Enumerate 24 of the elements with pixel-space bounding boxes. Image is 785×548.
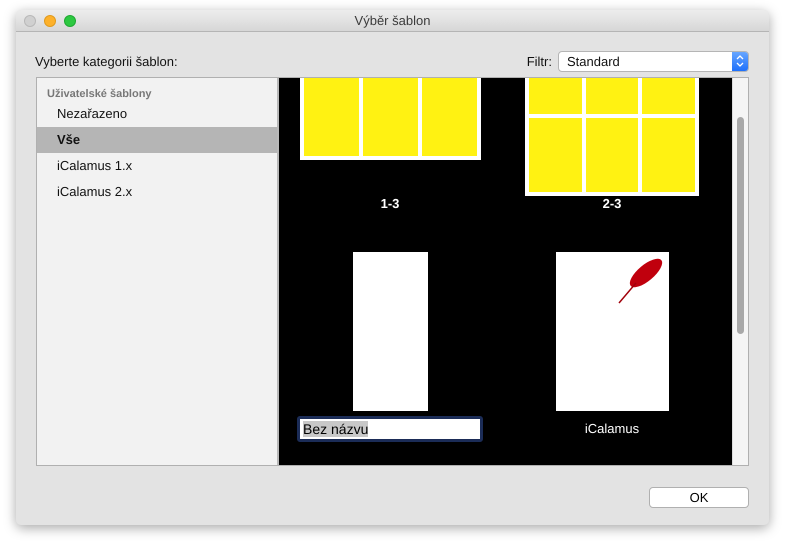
category-item[interactable]: iCalamus 1.x [37, 153, 277, 179]
filter-dropdown[interactable]: Standard [558, 50, 749, 72]
template-thumbnail[interactable] [525, 78, 699, 196]
window-title: Výběr šablon [354, 13, 430, 28]
template-name: iCalamus [584, 421, 640, 437]
close-button[interactable] [24, 14, 36, 26]
template-thumbnail[interactable] [300, 78, 480, 160]
category-item[interactable]: Vše [37, 127, 277, 153]
category-label: Vyberte kategorii šablon: [35, 54, 178, 68]
zoom-button[interactable] [64, 14, 76, 26]
category-item[interactable]: iCalamus 2.x [37, 179, 277, 205]
category-item[interactable]: Nezařazeno [37, 101, 277, 127]
section-header: Uživatelské šablony [46, 87, 153, 101]
stepper-icon [736, 55, 744, 67]
ok-button[interactable]: OK [649, 487, 749, 508]
template-name: 1-3 [380, 196, 400, 211]
minimize-button[interactable] [44, 14, 56, 26]
feather-icon [618, 258, 662, 304]
template-name: 2-3 [602, 196, 622, 211]
filter-label: Filtr: [526, 54, 552, 68]
scrollbar[interactable] [732, 78, 748, 465]
name-field[interactable]: Bez názvu [297, 416, 483, 442]
template-thumbnail[interactable] [352, 252, 428, 411]
template-thumbnail[interactable] [556, 252, 668, 411]
